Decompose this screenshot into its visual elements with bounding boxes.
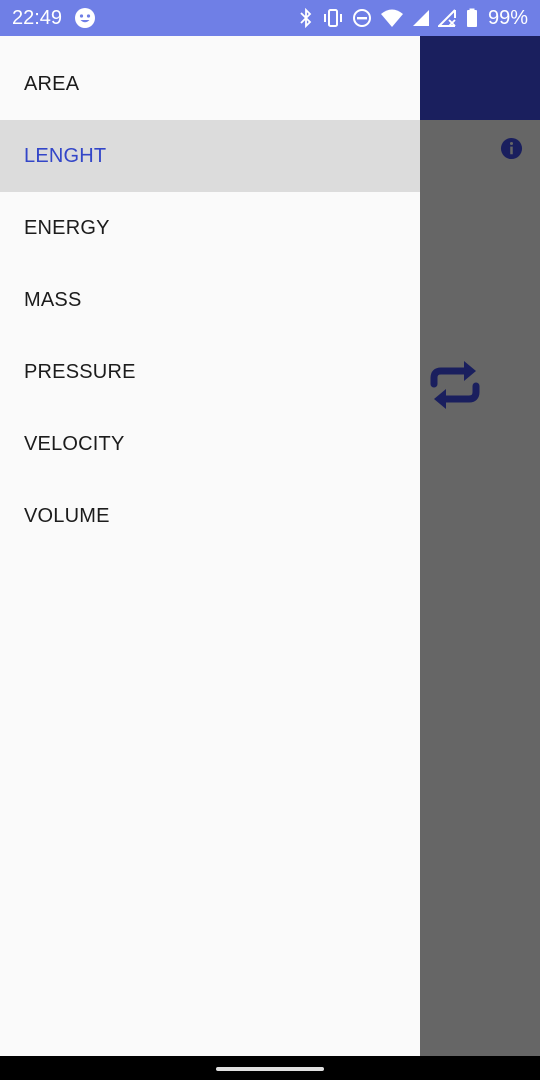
- battery-icon: [466, 8, 477, 27]
- home-gesture-pill[interactable]: [216, 1067, 324, 1071]
- drawer-item-energy[interactable]: ENERGY: [0, 192, 420, 264]
- drawer-menu: AREA LENGHT ENERGY MASS PRESSURE VELOCIT…: [0, 48, 420, 552]
- info-icon[interactable]: [500, 137, 523, 160]
- signal-icon: [412, 10, 429, 26]
- status-icons: 99%: [298, 7, 528, 30]
- status-bar: 22:49 99%: [0, 0, 540, 36]
- drawer-item-velocity[interactable]: VELOCITY: [0, 408, 420, 480]
- no-data-signal-icon: [437, 9, 456, 27]
- emoji-icon: [75, 8, 96, 28]
- wifi-icon: [380, 9, 403, 27]
- vibrate-icon: [323, 9, 342, 27]
- battery-percent: 99%: [487, 6, 528, 29]
- do-not-disturb-icon: [352, 9, 371, 27]
- drawer-item-mass[interactable]: MASS: [0, 264, 420, 336]
- drawer-item-lenght[interactable]: LENGHT: [0, 120, 420, 192]
- system-nav-bar: [0, 1056, 540, 1080]
- bluetooth-icon: [300, 8, 312, 28]
- status-time: 22:49: [12, 6, 63, 29]
- drawer-item-area[interactable]: AREA: [0, 48, 420, 120]
- navigation-drawer: AREA LENGHT ENERGY MASS PRESSURE VELOCIT…: [0, 36, 420, 1056]
- swap-icon[interactable]: [424, 356, 486, 414]
- drawer-item-pressure[interactable]: PRESSURE: [0, 336, 420, 408]
- drawer-item-volume[interactable]: VOLUME: [0, 480, 420, 552]
